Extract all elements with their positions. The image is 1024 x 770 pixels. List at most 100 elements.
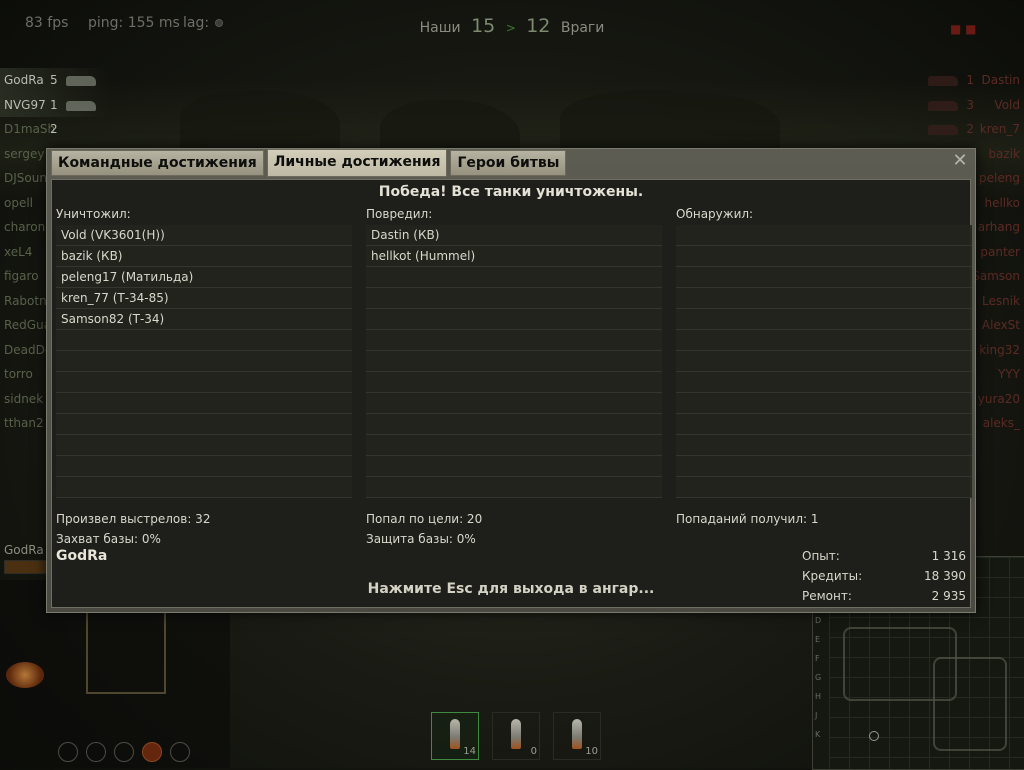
allied-player-row[interactable]: D1maSh 2 [0, 117, 110, 142]
binoculars-icon[interactable] [58, 742, 78, 762]
list-item [366, 477, 662, 498]
player-frags: 2 [50, 122, 58, 136]
player-name: figaro [4, 269, 39, 283]
player-frags: 1 [50, 97, 58, 112]
list-item [676, 225, 972, 246]
player-name: king32 [979, 342, 1020, 357]
list-item: peleng17 (Матильда) [56, 267, 352, 288]
minimap-letter: F [815, 654, 820, 663]
list-item [56, 435, 352, 456]
close-button[interactable]: ✕ [951, 152, 969, 170]
minimap-letter: D [815, 616, 822, 625]
crosshair-icon[interactable] [86, 742, 106, 762]
reward-row: Опыт: 1 316 [802, 546, 970, 566]
tank-icon [928, 125, 958, 135]
spotted-list [676, 225, 972, 501]
player-name: Dastin [981, 73, 1021, 87]
enemy-player-row[interactable]: 2 kren_7 [914, 117, 1024, 142]
crew-member-icon[interactable] [170, 742, 190, 762]
minimap-letter: J [815, 711, 818, 720]
enemies-label: Враги [560, 20, 605, 36]
list-item [366, 267, 662, 288]
player-name: charon [4, 220, 46, 234]
player-name: GodRa [4, 73, 44, 87]
player-name: peleng [979, 171, 1020, 185]
destroyed-list: Vold (VK3601(H)) bazik (КВ) peleng17 (Мати… [56, 225, 352, 501]
results-content: Победа! Все танки уничтожены. Уничтожил:… [51, 179, 972, 608]
player-name: sergey [4, 146, 45, 161]
player-name: xeL4 [4, 244, 33, 259]
list-item [56, 351, 352, 372]
player-name: tthan2 [4, 416, 44, 430]
list-item [676, 288, 972, 309]
tab-team-achievements[interactable]: Командные достижения [51, 150, 264, 176]
minimap-letter: H [815, 692, 822, 701]
player-name: hellko [984, 195, 1020, 210]
shell-icon [511, 719, 521, 749]
tab-personal-achievements[interactable]: Личные достижения [266, 149, 448, 177]
alert-icon: ■ ■ [950, 22, 977, 36]
list-item [676, 435, 972, 456]
minimap-row-letters: D E F G H J K [815, 611, 821, 744]
list-item [56, 393, 352, 414]
battle-results-dialog: Командные достижения Личные достижения Г… [46, 148, 976, 613]
list-item [366, 372, 662, 393]
score-arrow-icon: > [505, 21, 516, 35]
player-name: AlexSt [981, 318, 1020, 332]
list-item [676, 246, 972, 267]
ammo-count: 0 [530, 746, 537, 757]
list-item [676, 330, 972, 351]
allied-player-row[interactable]: GodRa 5 [0, 68, 110, 93]
list-item [366, 393, 662, 414]
battle-result-title: Победа! Все танки уничтожены. [378, 184, 644, 200]
player-name: Rabotn [4, 293, 47, 308]
player-name: Vold [994, 97, 1020, 112]
headset-icon[interactable] [114, 742, 134, 762]
list-item [676, 372, 972, 393]
list-item [366, 435, 662, 456]
team-score: Наши 15 > 12 Враги [0, 15, 1024, 37]
player-name: arhang [977, 220, 1020, 234]
list-item: Vold (VK3601(H)) [56, 225, 352, 246]
ammo-slot[interactable]: 10 [553, 712, 601, 760]
results-tabs: Командные достижения Личные достижения Г… [51, 149, 569, 177]
shell-fire-icon [6, 662, 44, 688]
list-item [676, 351, 972, 372]
player-name: Lesnik [982, 293, 1020, 308]
ammo-slot[interactable]: 14 [431, 712, 479, 760]
enemies-count: 12 [526, 15, 551, 37]
player-name: NVG97 [4, 97, 46, 112]
list-item: Samson82 (Т-34) [56, 309, 352, 330]
reward-value: 1 316 [931, 549, 966, 563]
enemy-player-row[interactable]: 3 Vold [914, 93, 1024, 118]
health-bar [4, 560, 50, 574]
player-name: RedGua [4, 318, 52, 332]
player-frags: 5 [50, 73, 58, 87]
player-name: D1maSh [4, 122, 56, 136]
list-item [366, 330, 662, 351]
list-item [676, 393, 972, 414]
base-defense-stat: Защита базы: 0% [366, 532, 476, 546]
damaged-header: Повредил: [366, 207, 433, 221]
ammo-slot[interactable]: 0 [492, 712, 540, 760]
allies-count: 15 [471, 15, 496, 37]
player-name: torro [4, 367, 33, 381]
ammo-count: 10 [585, 746, 598, 757]
enemy-player-row[interactable]: 1 Dastin [914, 68, 1024, 93]
player-frags: 3 [966, 97, 974, 112]
allied-player-row[interactable]: NVG97 1 [0, 92, 110, 117]
list-item [366, 456, 662, 477]
shots-fired-stat: Произвел выстрелов: 32 [56, 512, 211, 526]
list-item [676, 477, 972, 498]
list-item: kren_77 (Т-34-85) [56, 288, 352, 309]
list-item [56, 456, 352, 477]
list-item [676, 267, 972, 288]
tab-battle-heroes[interactable]: Герои битвы [450, 150, 567, 176]
gunner-icon[interactable] [142, 742, 162, 762]
reward-label: Опыт: [802, 549, 840, 563]
list-item [366, 414, 662, 435]
spotted-header: Обнаружил: [676, 207, 754, 221]
list-item [676, 456, 972, 477]
exit-hint: Нажмите Esc для выхода в ангар... [367, 581, 655, 597]
ammo-count: 14 [463, 746, 476, 757]
